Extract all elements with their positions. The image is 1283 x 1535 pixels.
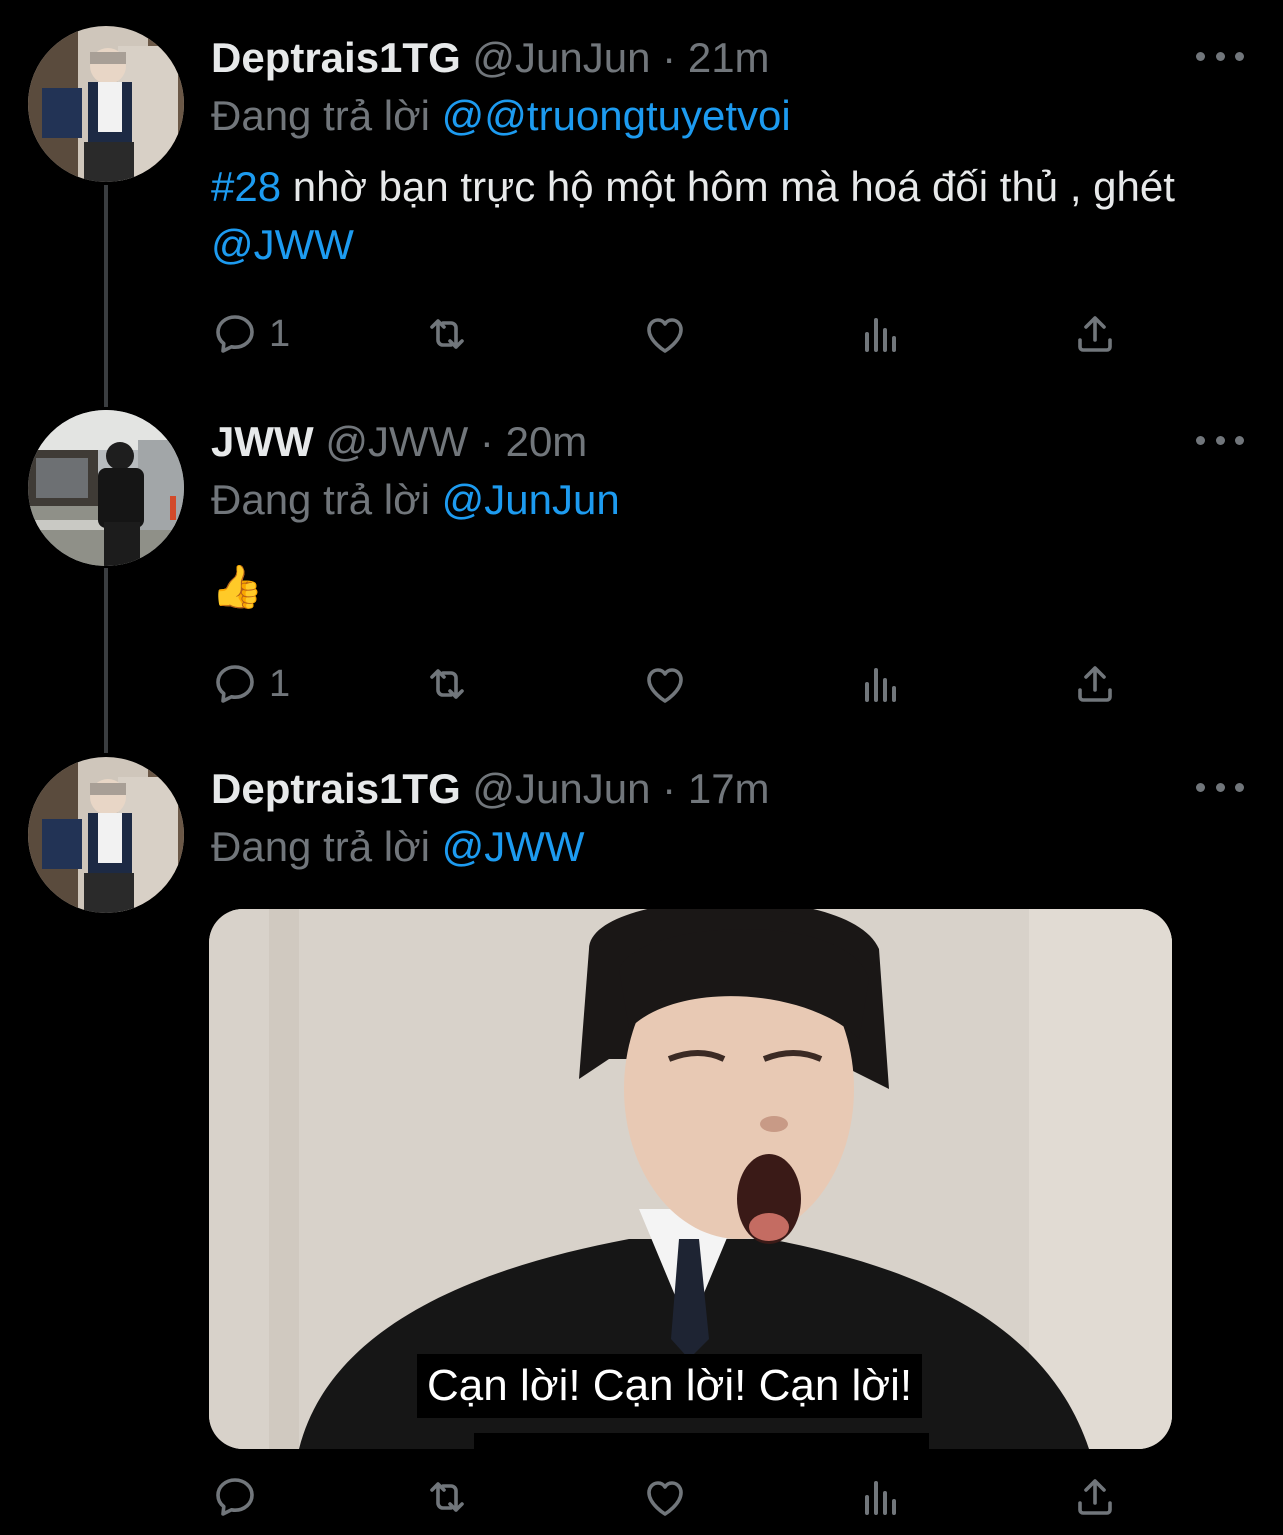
display-name[interactable]: JWW [211,418,314,465]
share-icon [1078,666,1112,702]
more-icon[interactable] [1196,46,1244,66]
media-caption-cropped [474,1433,929,1449]
hashtag-link[interactable]: #28 [211,163,281,210]
avatar[interactable] [28,757,184,913]
media-caption: Cạn lời! Cạn lời! Cạn lời! [417,1354,923,1418]
like-button[interactable] [641,658,689,710]
views-icon [865,1481,896,1515]
avatar[interactable] [28,410,184,566]
heart-icon [647,318,683,353]
replying-prefix: Đang trả lời [211,92,430,139]
mention-link[interactable]: @JWW [211,221,354,268]
tweet-text: 👍 [211,558,1251,616]
timestamp[interactable]: 17m [688,765,770,812]
replying-prefix: Đang trả lời [211,476,430,523]
share-button[interactable] [1071,1471,1119,1523]
replying-to: Đang trả lời @@truongtuyetvoi [211,92,791,140]
tweet-header: Deptrais1TG @JunJun · 17m [211,765,770,813]
views-button[interactable] [857,658,905,710]
tweet-text-content: nhờ bạn trực hộ một hôm mà hoá đối thủ ,… [281,163,1175,210]
reply-count: 1 [269,312,291,355]
heart-icon [647,1481,683,1516]
action-bar: 1 [211,658,1131,710]
timeline: Deptrais1TG @JunJun · 21m Đang trả lời @… [0,0,1283,1535]
like-button[interactable] [641,1471,689,1523]
replying-to-mention[interactable]: @JWW [442,823,585,870]
share-button[interactable] [1071,658,1119,710]
tweet-header: JWW @JWW · 20m [211,418,587,466]
reply-button[interactable]: 1 [211,658,290,710]
views-icon [865,668,896,702]
handle[interactable]: @JunJun [472,765,650,812]
share-icon [1078,1479,1112,1515]
separator: · [662,34,677,81]
views-button[interactable] [857,1471,905,1523]
more-icon[interactable] [1196,430,1244,450]
reply-icon [216,665,254,703]
replying-to: Đang trả lời @JunJun [211,476,620,524]
retweet-button[interactable] [423,658,471,710]
replying-to-mention[interactable]: @JunJun [442,476,620,523]
share-icon [1078,316,1112,352]
avatar-photo [28,757,184,913]
reply-button[interactable]: 1 [211,308,290,360]
retweet-button[interactable] [423,308,471,360]
heart-icon [647,668,683,703]
reply-icon [216,315,254,353]
more-icon[interactable] [1196,777,1244,797]
avatar-photo [28,26,184,182]
replying-prefix: Đang trả lời [211,823,430,870]
handle[interactable]: @JWW [325,418,468,465]
emoji-thumbs-up: 👍 [211,563,264,610]
retweet-button[interactable] [423,1471,471,1523]
share-button[interactable] [1071,308,1119,360]
tweet-media[interactable]: Cạn lời! Cạn lời! Cạn lời! [209,909,1172,1449]
like-button[interactable] [641,308,689,360]
action-bar: 1 [211,308,1131,360]
timestamp[interactable]: 20m [506,418,588,465]
retweet-icon [430,669,464,699]
retweet-icon [430,1482,464,1512]
handle[interactable]: @JunJun [472,34,650,81]
action-bar [211,1471,1131,1523]
tweet-header: Deptrais1TG @JunJun · 21m [211,34,770,82]
display-name[interactable]: Deptrais1TG [211,765,461,812]
tweet-text: #28 nhờ bạn trực hộ một hôm mà hoá đối t… [211,158,1251,274]
retweet-icon [430,319,464,349]
tweet[interactable]: Deptrais1TG @JunJun · 17m Đang trả lời @… [0,757,1283,1535]
reply-count: 1 [269,662,291,705]
replying-to-mention[interactable]: @@truongtuyetvoi [442,92,791,139]
avatar[interactable] [28,26,184,182]
avatar-photo [28,410,184,566]
reply-icon [216,1478,254,1516]
views-button[interactable] [857,308,905,360]
separator: · [662,765,677,812]
views-icon [865,318,896,352]
timestamp[interactable]: 21m [688,34,770,81]
tweet[interactable]: JWW @JWW · 20m Đang trả lời @JunJun 👍 1 [0,410,1283,730]
separator: · [479,418,494,465]
tweet[interactable]: Deptrais1TG @JunJun · 21m Đang trả lời @… [0,26,1283,386]
replying-to: Đang trả lời @JWW [211,823,585,871]
reply-button[interactable] [211,1471,269,1523]
display-name[interactable]: Deptrais1TG [211,34,461,81]
